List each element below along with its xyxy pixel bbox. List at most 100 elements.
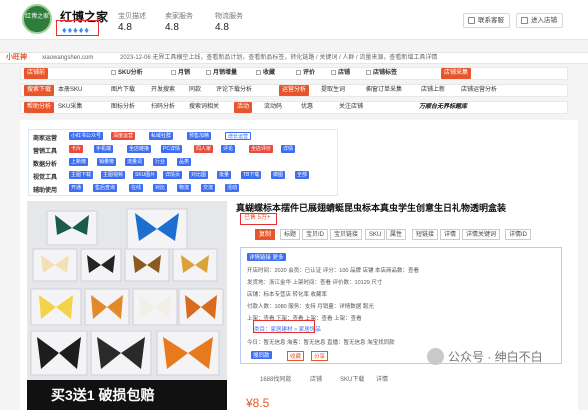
bottom-link-3[interactable]: 详情 [376,373,388,387]
row2-item-6[interactable]: 运营分析 [279,85,310,96]
row3-item-7[interactable]: 关注店铺 [339,102,363,113]
tool-pill[interactable]: 主图视频 [101,171,126,179]
tab-title[interactable]: 标题 [280,229,301,240]
row2-item-10[interactable]: 店铺运营分析 [461,85,497,96]
row3-item-8[interactable]: 万顺台无界标题库 [419,102,467,113]
tool-pill[interactable]: 售后查询 [93,184,118,192]
tab-detail-keywords[interactable]: 详情关键词 [462,229,501,240]
tab-detail-id[interactable]: 详情ID [505,229,532,240]
row3-item-4[interactable]: 活动 [234,102,253,113]
plugin-url[interactable]: xiaowangshen.com [42,53,93,63]
tools-label-3: 视觉工具 [33,175,58,181]
row1-item-5[interactable]: 评价 [296,68,315,79]
row3-item-6[interactable]: 优惠 [301,102,313,113]
tool-pill[interactable]: 同人家 [194,145,214,153]
tool-pill[interactable]: TB下载 [241,171,262,179]
tab-copy[interactable]: 复制 [255,229,276,240]
checkbox-icon [366,69,371,75]
tool-pill[interactable]: 物流 [177,184,192,192]
plugin-news-ticker[interactable]: 2023-12-06 无界工具横空上线，查看新品计划，查看新品标签，转化链路 /… [120,53,580,63]
enter-store-button[interactable]: 进入店铺 [516,13,563,28]
metric-value-service: 4.8 [165,22,179,33]
tool-pill[interactable]: 小红书公众号 [69,132,104,140]
row3-item-2[interactable]: 扫码分析 [151,102,175,113]
row1-item-8[interactable]: 店铺采集 [441,68,472,79]
tool-pill[interactable]: 对比图 [189,171,209,179]
row1-item-7[interactable]: 店铺标签 [366,68,397,79]
metric-value-desc: 4.8 [118,22,132,33]
tool-pill[interactable]: 全店链接 [127,145,152,153]
row2-item-0[interactable]: 搜索下载 [24,85,55,96]
tool-pill[interactable]: 做图 [271,171,286,179]
tool-pill[interactable]: PC详情 [161,145,182,153]
row1-item-4[interactable]: 收藏 [256,68,275,79]
plugin-brand[interactable]: 小旺神 [6,53,27,63]
tool-pill[interactable]: 开通 [69,184,84,192]
tab-item-id[interactable]: 宝贝ID [302,229,329,240]
product-image[interactable] [27,201,227,410]
row3-item-5[interactable]: 流动码 [264,102,282,113]
bottom-link-0[interactable]: 1688找同款 [260,373,291,387]
product-title[interactable]: 真蝴蝶标本摆件已展翅蜻蜓昆虫标本真虫学生创意生日礼物透明盒装 [236,201,566,214]
action-pill[interactable]: 搜同款 [251,351,272,359]
row2-item-4[interactable]: 同款 [189,85,201,96]
tool-pill[interactable]: 私域社群 [149,132,174,140]
tool-pill[interactable]: 批量 [217,171,232,179]
plugin-row-1: 店铺前 SKU分析 月销 月销增量 收藏 评价 店铺 店铺标签 店铺采集 [20,67,568,80]
promo-text: 买3送1 破损包赔 [51,387,155,403]
tool-pill[interactable]: 品类 [177,158,192,166]
info-line-7: 今日：暂无信息 淘客：暂无信息 直播：暂无信息 淘宝找同款 [247,340,395,346]
row1-label-3: 月销增量 [213,70,238,76]
tab-short-link[interactable]: 短链接 [412,229,439,240]
row1-item-6[interactable]: 店铺 [331,68,350,79]
tool-pill[interactable]: 销量榜 [97,158,117,166]
bottom-link-2[interactable]: SKU下载 [340,373,364,387]
info-line-4: 付款人数：1080 服务：支持 月销量：详情数据 跑光 [247,304,374,310]
tool-pill[interactable]: 深度运营 [111,132,136,140]
tool-pill[interactable]: 卡片 [69,145,84,153]
tool-pill[interactable]: 详情页 [163,171,183,179]
action-pill[interactable]: 收藏 [287,351,305,361]
tab-attributes[interactable]: 属性 [386,229,407,240]
tool-pill[interactable]: 增长运营 [225,132,252,140]
tool-pill[interactable]: 全店评价 [249,145,274,153]
info-line-0[interactable]: 详情链接 更多 [247,253,286,261]
tab-sku[interactable]: SKU [365,229,386,240]
tool-pill[interactable]: 在线 [129,184,144,192]
row1-item-2[interactable]: 月销 [171,68,190,79]
tool-pill[interactable]: 流量词 [125,158,145,166]
tool-pill[interactable]: 评论 [221,145,236,153]
tool-pill[interactable]: 手机端 [94,145,114,153]
left-tools-panel: 商家运营 小红书公众号 深度运营 私域社群 预售加精 增长运营 营销工具 卡片 … [28,129,338,196]
tool-pill[interactable]: 上新榜 [69,158,89,166]
tool-pill[interactable]: 对比 [153,184,168,192]
row2-item-5[interactable]: 评论下载分析 [216,85,252,96]
row3-item-1[interactable]: 图标分析 [111,102,135,113]
row2-item-8[interactable]: 橱窗订单采集 [366,85,402,96]
tool-pill[interactable]: 详情 [281,145,296,153]
tool-pill[interactable]: SKU图片 [133,171,158,179]
row1-item-0[interactable]: 店铺前 [24,68,49,79]
tool-pill[interactable]: 行业 [153,158,168,166]
action-pill[interactable]: 分享 [311,351,329,361]
tool-pill[interactable]: 主图下载 [69,171,94,179]
row1-item-3[interactable]: 月销增量 [206,68,237,79]
contact-service-button[interactable]: 联系客服 [463,13,510,28]
row1-item-1[interactable]: SKU分析 [111,68,143,79]
row2-item-7[interactable]: 提取生词 [321,85,345,96]
row2-item-1[interactable]: 本册SKU [58,85,82,96]
tool-pill[interactable]: 全部 [295,171,310,179]
tool-pill[interactable]: 活动 [225,184,240,192]
row2-item-9[interactable]: 店铺上新 [421,85,445,96]
tab-detail[interactable]: 详情 [440,229,461,240]
row3-item-0[interactable]: SKU采集 [58,102,82,113]
row2-item-2[interactable]: 图片下载 [111,85,135,96]
row3-item-3[interactable]: 搜索词相关 [189,102,219,113]
bottom-link-1[interactable]: 店铺 [310,373,322,387]
tool-pill[interactable]: 交流 [201,184,216,192]
tab-item-link[interactable]: 宝贝链接 [330,229,363,240]
plugin-row-3: 帮助分析 SKU采集 图标分析 扫码分析 搜索词相关 活动 流动码 优惠 关注店… [20,101,568,114]
row2-item-3[interactable]: 开发搜索 [151,85,175,96]
bottom-links: 1688找同款 店铺 SKU下载 详情 [236,373,566,387]
tool-pill[interactable]: 预售加精 [187,132,212,140]
